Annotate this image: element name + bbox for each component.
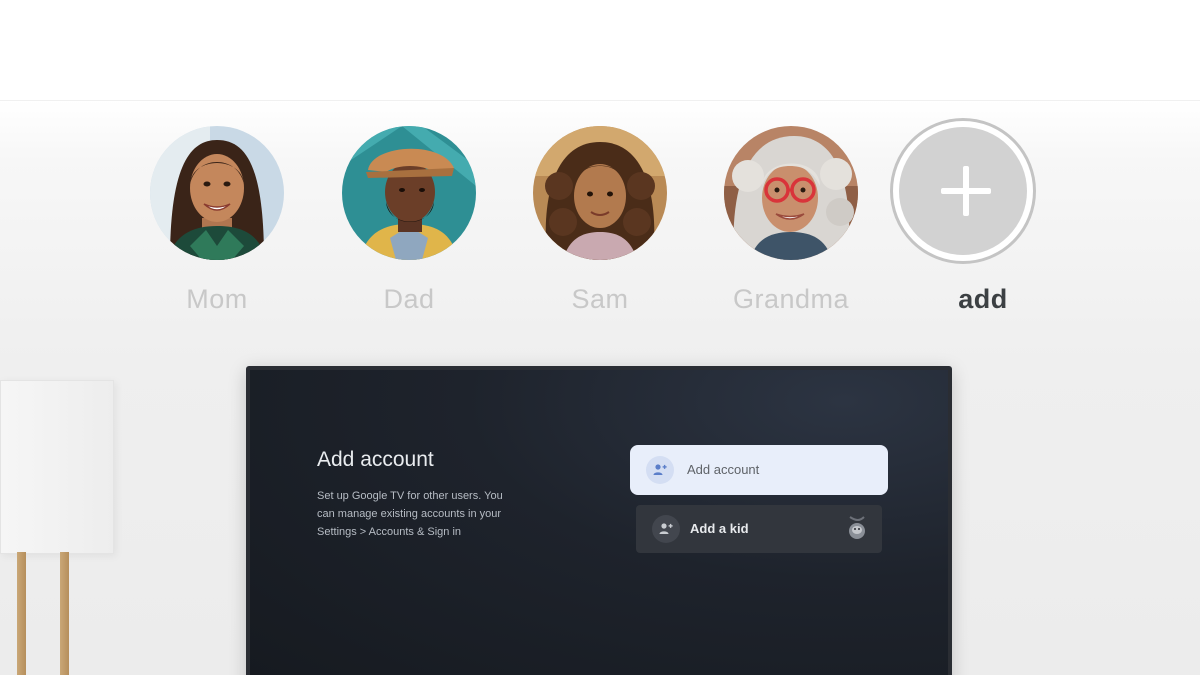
add-kid-button[interactable]: Add a kid	[636, 505, 882, 553]
mom-avatar	[150, 126, 284, 260]
add-kid-label: Add a kid	[690, 521, 749, 536]
grandma-avatar	[724, 126, 858, 260]
lamp-shade	[0, 380, 114, 554]
profile-name-mom: Mom	[186, 284, 248, 314]
dad-avatar	[342, 126, 476, 260]
header-band	[0, 0, 1200, 101]
add-profile-button[interactable]: add	[883, 118, 1083, 318]
sloth-icon	[846, 515, 868, 546]
add-profile-ring	[890, 118, 1036, 264]
profile-sam[interactable]: Sam	[500, 118, 700, 318]
profile-dad[interactable]: Dad	[309, 118, 509, 318]
profile-row: Mom Dad Sam Grandma add	[0, 118, 1200, 328]
profile-name-dad: Dad	[383, 284, 435, 314]
add-person-icon	[646, 456, 674, 484]
profile-name-grandma: Grandma	[732, 284, 850, 314]
tv-screen: Add account Set up Google TV for other u…	[250, 370, 948, 675]
profile-grandma[interactable]: Grandma	[691, 118, 891, 318]
lamp-leg	[17, 552, 26, 675]
add-account-button[interactable]: Add account	[630, 445, 888, 495]
tv-title: Add account	[317, 448, 434, 471]
add-person-icon	[652, 515, 680, 543]
add-account-label: Add account	[687, 462, 760, 477]
lamp-leg	[60, 552, 69, 675]
tv-description: Set up Google TV for other users. You ca…	[317, 490, 503, 538]
add-profile-label: add	[958, 284, 1008, 314]
scene: Mom Dad Sam Grandma add Add account Set …	[0, 0, 1200, 675]
plus-icon	[899, 127, 1027, 255]
profile-mom[interactable]: Mom	[117, 118, 317, 318]
tv: Add account Set up Google TV for other u…	[246, 366, 952, 675]
sam-avatar	[533, 126, 667, 260]
profile-name-sam: Sam	[571, 284, 629, 314]
